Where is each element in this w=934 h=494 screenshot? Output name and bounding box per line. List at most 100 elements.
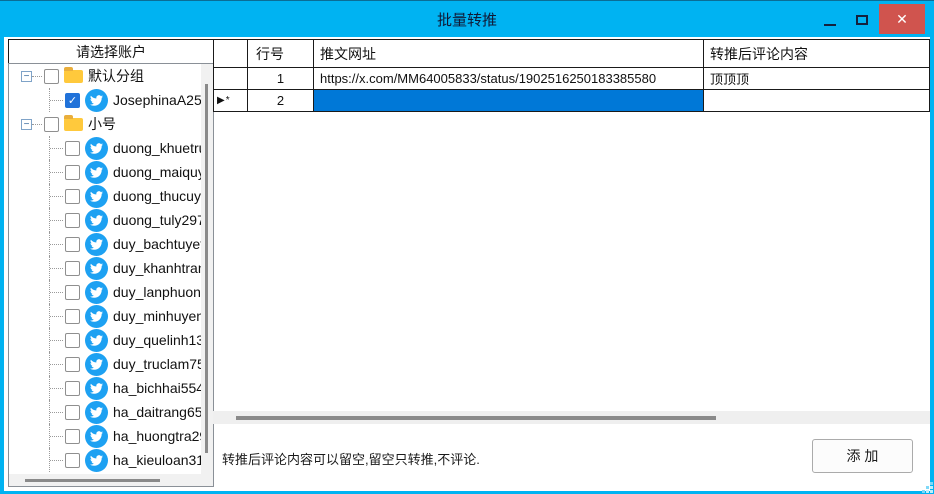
tree-account-row[interactable]: ha_huongtra29 xyxy=(9,424,201,448)
tree-account-row[interactable]: duong_maiquy xyxy=(9,160,201,184)
twitter-icon xyxy=(85,401,108,424)
tree-connector xyxy=(49,424,63,448)
scrollbar-thumb[interactable] xyxy=(25,479,160,482)
column-header[interactable]: 转推后评论内容 xyxy=(704,40,930,68)
account-label[interactable]: ha_bichhai5543 xyxy=(113,380,201,396)
tree-account-row[interactable]: ha_daitrang658 xyxy=(9,400,201,424)
url-cell[interactable] xyxy=(314,90,704,112)
account-checkbox[interactable]: ✓ xyxy=(65,93,80,108)
group-label[interactable]: 默认分组 xyxy=(88,66,144,86)
table-row[interactable]: ▶*2 xyxy=(214,90,930,112)
twitter-icon xyxy=(85,329,108,352)
comment-cell[interactable]: 顶顶顶 xyxy=(704,68,930,90)
twitter-icon xyxy=(85,257,108,280)
table-row[interactable]: 1https://x.com/MM64005833/status/1902516… xyxy=(214,68,930,90)
account-checkbox[interactable] xyxy=(65,357,80,372)
tree-connector xyxy=(49,400,63,424)
tree-account-row[interactable]: ✓ JosephinaA259 xyxy=(9,88,201,112)
column-header[interactable] xyxy=(214,40,248,68)
twitter-icon xyxy=(85,305,108,328)
account-label[interactable]: duy_bachtuyet xyxy=(113,236,201,252)
minimize-button[interactable] xyxy=(816,8,844,32)
account-label[interactable]: ha_daitrang658 xyxy=(113,404,201,420)
tree-connector xyxy=(49,448,63,472)
account-label[interactable]: ha_kieuloan317 xyxy=(113,452,201,468)
tree-connector xyxy=(49,136,63,160)
account-checkbox[interactable] xyxy=(65,333,80,348)
tree-horizontal-scrollbar[interactable] xyxy=(9,474,201,486)
tree-account-row[interactable]: duy_minhuyen5 xyxy=(9,304,201,328)
tree-group-row[interactable]: − 小号 xyxy=(9,112,201,136)
account-checkbox[interactable] xyxy=(65,405,80,420)
comment-cell[interactable] xyxy=(704,90,930,112)
account-checkbox[interactable] xyxy=(65,309,80,324)
collapse-expander-icon[interactable]: − xyxy=(21,119,32,130)
twitter-icon xyxy=(85,377,108,400)
group-label[interactable]: 小号 xyxy=(88,114,116,134)
account-label[interactable]: duy_minhuyen5 xyxy=(113,308,201,324)
tree-account-row[interactable]: duy_lanphuong xyxy=(9,280,201,304)
account-checkbox[interactable] xyxy=(65,189,80,204)
tree-connector xyxy=(49,208,63,232)
tweet-table[interactable]: 行号推文网址转推后评论内容1https://x.com/MM64005833/s… xyxy=(213,39,930,112)
table-horizontal-scrollbar[interactable] xyxy=(213,411,930,424)
tree-account-row[interactable]: ha_kieuloan317 xyxy=(9,448,201,472)
tree-account-row[interactable]: duy_quelinh13 xyxy=(9,328,201,352)
tree-account-row[interactable]: ha_bichhai5543 xyxy=(9,376,201,400)
tree-group-row[interactable]: − 默认分组 xyxy=(9,64,201,88)
account-checkbox[interactable] xyxy=(65,429,80,444)
group-checkbox[interactable] xyxy=(44,69,59,84)
account-label[interactable]: duy_khanhtran xyxy=(113,260,201,276)
account-label[interactable]: duong_khuetru xyxy=(113,140,201,156)
url-cell[interactable]: https://x.com/MM64005833/status/19025162… xyxy=(314,68,704,90)
window-title: 批量转推 xyxy=(0,1,934,37)
account-checkbox[interactable] xyxy=(65,261,80,276)
account-label[interactable]: JosephinaA259 xyxy=(113,92,201,108)
tree-connector xyxy=(49,256,63,280)
tree-connector xyxy=(49,232,63,256)
tree-account-row[interactable]: duong_khuetru xyxy=(9,136,201,160)
accounts-tree[interactable]: − 默认分组 ✓ JosephinaA259 − 小号 duong_khuetruduong… xyxy=(8,63,214,487)
account-checkbox[interactable] xyxy=(65,381,80,396)
tree-account-row[interactable]: duy_khanhtran xyxy=(9,256,201,280)
twitter-icon xyxy=(85,209,108,232)
account-checkbox[interactable] xyxy=(65,237,80,252)
tree-connector xyxy=(49,328,63,352)
resize-grip[interactable] xyxy=(930,490,933,493)
account-checkbox[interactable] xyxy=(65,141,80,156)
account-checkbox[interactable] xyxy=(65,213,80,228)
account-label[interactable]: duong_maiquy xyxy=(113,164,201,180)
maximize-button[interactable] xyxy=(848,8,876,32)
column-header[interactable]: 推文网址 xyxy=(314,40,704,68)
collapse-expander-icon[interactable]: − xyxy=(21,71,32,82)
tree-account-row[interactable]: duong_tuly297 xyxy=(9,208,201,232)
group-checkbox[interactable] xyxy=(44,117,59,132)
tree-account-row[interactable]: duy_bachtuyet xyxy=(9,232,201,256)
scrollbar-thumb[interactable] xyxy=(205,84,208,453)
account-label[interactable]: duy_truclam75 xyxy=(113,356,201,372)
account-label[interactable]: duong_thucuye xyxy=(113,188,201,204)
titlebar[interactable]: 批量转推 ✕ xyxy=(0,1,934,37)
account-checkbox[interactable] xyxy=(65,285,80,300)
account-label[interactable]: duong_tuly297 xyxy=(113,212,201,228)
account-label[interactable]: duy_quelinh13 xyxy=(113,332,201,348)
table-header-row: 行号推文网址转推后评论内容 xyxy=(214,40,930,68)
app-window: 批量转推 ✕ 请选择账户 −默认分组✓JosephinaA259−小号duong… xyxy=(0,0,934,494)
tree-account-row[interactable]: duong_thucuye xyxy=(9,184,201,208)
close-button[interactable]: ✕ xyxy=(879,4,925,34)
add-button[interactable]: 添 加 xyxy=(812,439,913,473)
column-header[interactable]: 行号 xyxy=(248,40,314,68)
line-number-cell[interactable]: 2 xyxy=(248,90,314,112)
maximize-icon xyxy=(856,15,868,25)
account-checkbox[interactable] xyxy=(65,165,80,180)
tree-account-row[interactable]: duy_truclam75 xyxy=(9,352,201,376)
account-label[interactable]: ha_huongtra29 xyxy=(113,428,201,444)
scrollbar-thumb[interactable] xyxy=(236,416,716,420)
twitter-icon xyxy=(85,137,108,160)
account-checkbox[interactable] xyxy=(65,453,80,468)
twitter-icon xyxy=(85,425,108,448)
line-number-cell[interactable]: 1 xyxy=(248,68,314,90)
tree-vertical-scrollbar[interactable] xyxy=(201,64,213,474)
account-label[interactable]: duy_lanphuong xyxy=(113,284,201,300)
tree-connector xyxy=(49,280,63,304)
